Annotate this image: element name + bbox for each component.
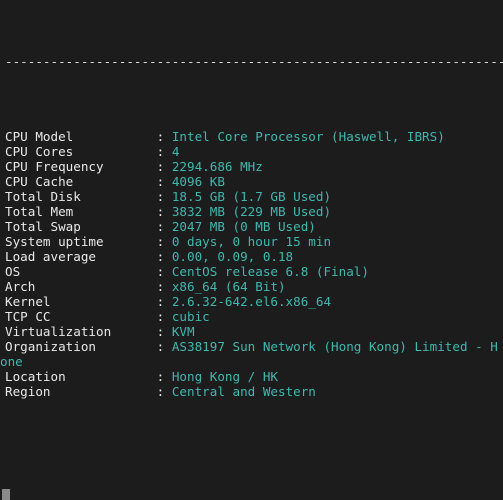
system-info-value: 3832 MB (229 MB Used) [172,204,331,219]
system-info-colon: : [157,129,172,144]
system-info-row: Total Swap : 2047 MB (0 MB Used) [0,219,503,234]
system-info-value: 0 days, 0 hour 15 min [172,234,331,249]
system-info-block: CPU Model : Intel Core Processor (Haswel… [0,129,503,399]
system-info-value: KVM [172,324,195,339]
system-info-value: 0.00, 0.09, 0.18 [172,249,293,264]
system-info-label: Arch [5,279,157,294]
system-info-value: Central and Western [172,384,316,399]
system-info-row: Location : Hong Kong / HK [0,369,503,384]
terminal-cursor [2,489,10,500]
system-info-row: Region : Central and Western [0,384,503,399]
system-info-value: CentOS release 6.8 (Final) [172,264,369,279]
system-info-label: Organization [5,339,157,354]
system-info-colon: : [157,204,172,219]
system-info-label: Total Swap [5,219,157,234]
system-info-colon: : [157,384,172,399]
separator-top: ----------------------------------------… [0,54,503,69]
system-info-colon: : [157,324,172,339]
system-info-row: Total Disk : 18.5 GB (1.7 GB Used) [0,189,503,204]
system-info-colon: : [157,279,172,294]
system-info-row: Load average : 0.00, 0.09, 0.18 [0,249,503,264]
system-info-value: cubic [172,309,210,324]
system-info-row: Organization : AS38197 Sun Network (Hong… [0,339,503,354]
system-info-label: Location [5,369,157,384]
system-info-value: Hong Kong / HK [172,369,278,384]
system-info-colon: : [157,339,172,354]
system-info-label: Total Disk [5,189,157,204]
system-info-value-continued: one [0,354,23,369]
system-info-label: CPU Frequency [5,159,157,174]
terminal-window[interactable]: ----------------------------------------… [0,0,503,500]
system-info-value: Intel Core Processor (Haswell, IBRS) [172,129,445,144]
system-info-row: CPU Cores : 4 [0,144,503,159]
system-info-value: AS38197 Sun Network (Hong Kong) Limited … [172,339,498,354]
system-info-label: System uptime [5,234,157,249]
system-info-value: x86_64 (64 Bit) [172,279,286,294]
system-info-label: Region [5,384,157,399]
system-info-label: Virtualization [5,324,157,339]
system-info-colon: : [157,264,172,279]
system-info-colon: : [157,174,172,189]
system-info-label: CPU Cores [5,144,157,159]
system-info-row: OS : CentOS release 6.8 (Final) [0,264,503,279]
system-info-colon: : [157,219,172,234]
blank-line-1 [0,444,503,459]
system-info-label: CPU Model [5,129,157,144]
system-info-value: 2294.686 MHz [172,159,263,174]
system-info-colon: : [157,159,172,174]
system-info-row: Total Mem : 3832 MB (229 MB Used) [0,204,503,219]
system-info-colon: : [157,144,172,159]
system-info-colon: : [157,249,172,264]
system-info-row: CPU Cache : 4096 KB [0,174,503,189]
system-info-row: Virtualization : KVM [0,324,503,339]
terminal-screen: ----------------------------------------… [0,0,503,500]
system-info-row: Kernel : 2.6.32-642.el6.x86_64 [0,294,503,309]
system-info-row-wrap: one [0,354,503,369]
system-info-row: CPU Frequency : 2294.686 MHz [0,159,503,174]
system-info-row: CPU Model : Intel Core Processor (Haswel… [0,129,503,144]
system-info-label: Total Mem [5,204,157,219]
system-info-value: 18.5 GB (1.7 GB Used) [172,189,331,204]
system-info-label: CPU Cache [5,174,157,189]
system-info-row: System uptime : 0 days, 0 hour 15 min [0,234,503,249]
system-info-colon: : [157,294,172,309]
system-info-label: OS [5,264,157,279]
system-info-colon: : [157,234,172,249]
system-info-value: 4096 KB [172,174,225,189]
system-info-value: 2.6.32-642.el6.x86_64 [172,294,331,309]
system-info-row: Arch : x86_64 (64 Bit) [0,279,503,294]
system-info-colon: : [157,309,172,324]
system-info-colon: : [157,369,172,384]
system-info-colon: : [157,189,172,204]
system-info-label: Load average [5,249,157,264]
system-info-label: Kernel [5,294,157,309]
system-info-label: TCP CC [5,309,157,324]
system-info-row: TCP CC : cubic [0,309,503,324]
system-info-value: 2047 MB (0 MB Used) [172,219,316,234]
system-info-value: 4 [172,144,180,159]
